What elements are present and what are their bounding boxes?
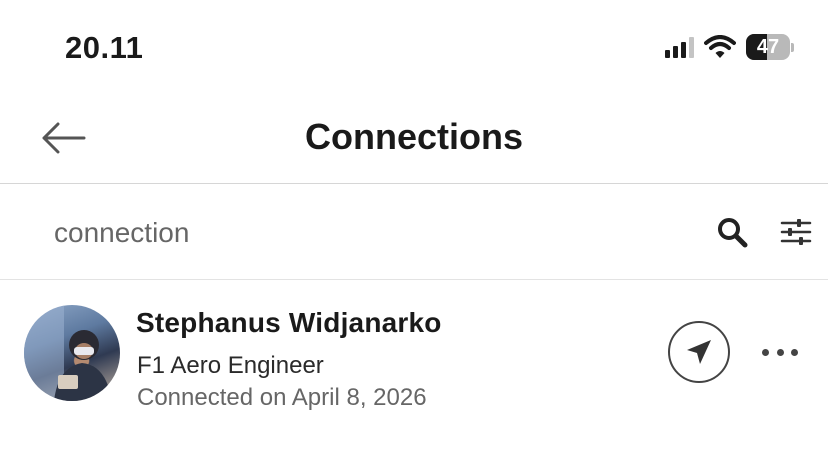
message-button[interactable] [668, 321, 730, 383]
more-options-button[interactable] [762, 340, 798, 364]
search-bar [0, 184, 828, 280]
signal-icon [665, 36, 694, 58]
connection-name[interactable]: Stephanus Widjanarko [136, 307, 442, 339]
status-icons: 47 [665, 34, 794, 60]
connection-list-item[interactable]: Stephanus Widjanarko F1 Aero Engineer Co… [0, 280, 828, 440]
avatar-photo [24, 305, 112, 401]
battery-icon: 47 [746, 34, 794, 60]
more-dot [776, 348, 784, 356]
filter-button[interactable] [780, 217, 812, 247]
avatar[interactable] [24, 305, 120, 401]
more-horizontal-icon [762, 348, 769, 356]
search-button[interactable] [716, 216, 748, 248]
search-icon [718, 218, 748, 248]
wifi-icon [704, 35, 736, 58]
status-time: 20.11 [65, 30, 144, 65]
battery-level: 47 [756, 35, 780, 58]
status-bar: 20.11 47 [0, 0, 828, 96]
more-dot [791, 348, 798, 356]
connection-date: Connected on April 8, 2026 [137, 384, 427, 411]
search-input[interactable] [52, 212, 656, 254]
page-title: Connections [304, 116, 523, 157]
connection-headline: F1 Aero Engineer [137, 352, 324, 379]
filter-sliders-icon [780, 219, 812, 245]
send-icon [687, 340, 711, 364]
header: Connections [0, 96, 828, 184]
